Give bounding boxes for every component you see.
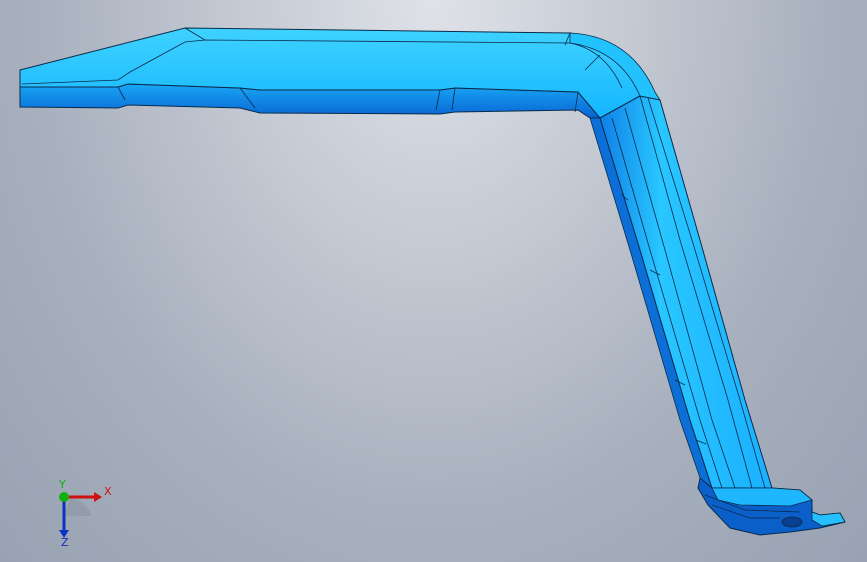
coordinate-triad[interactable]: X Y Z (40, 478, 120, 548)
y-axis-label: Y (58, 478, 66, 491)
y-axis-dot-icon (59, 492, 69, 502)
x-axis-label: X (104, 485, 112, 498)
graphics-viewport[interactable]: X Y Z (0, 0, 867, 562)
triad-shadow (64, 498, 92, 516)
foot-hole[interactable] (781, 516, 803, 528)
z-axis-label: Z (61, 536, 69, 548)
part-model[interactable] (0, 0, 867, 562)
x-axis-arrow-icon (94, 492, 102, 502)
